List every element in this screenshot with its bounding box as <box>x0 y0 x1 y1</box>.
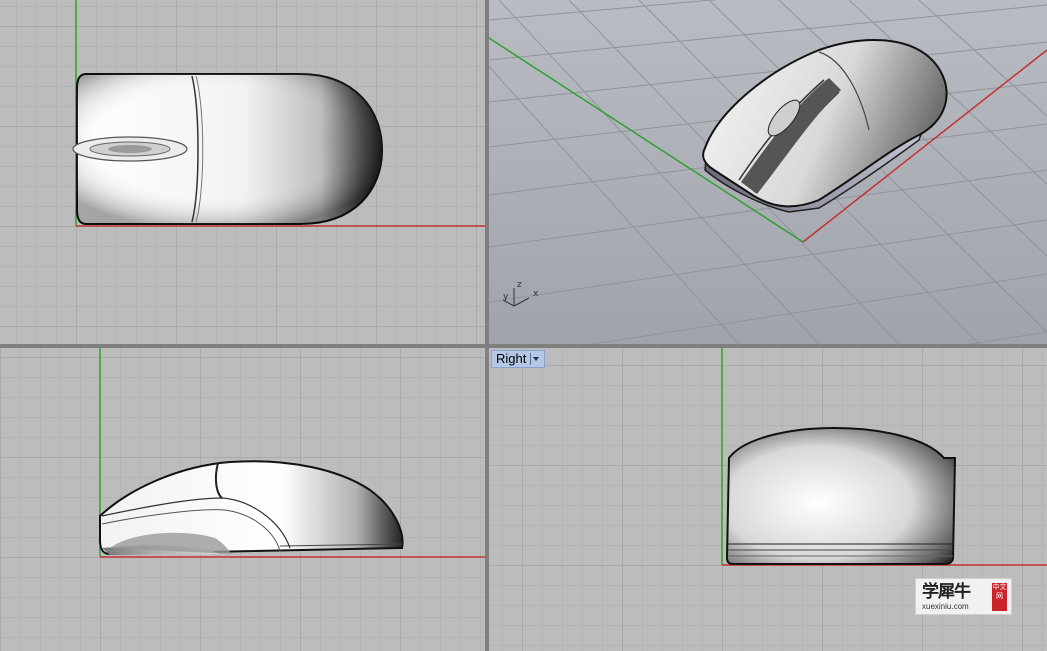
viewport-perspective-canvas: x z y <box>489 0 1047 344</box>
viewport-front-canvas <box>0 348 485 651</box>
viewport-front[interactable] <box>0 348 485 651</box>
viewport-perspective[interactable]: x z y <box>489 0 1047 344</box>
watermark-logo: 学犀牛 xuexiniu.com 中文网 <box>915 578 1012 615</box>
mouse-model-top[interactable] <box>72 73 384 225</box>
viewport-label-right[interactable]: Right <box>491 350 546 368</box>
viewport-splitter-horizontal[interactable] <box>0 344 1047 348</box>
viewport-splitter-vertical[interactable] <box>485 0 489 651</box>
viewport-top[interactable] <box>0 0 485 344</box>
watermark-badge: 中文网 <box>992 583 1007 611</box>
dropdown-arrow-icon[interactable] <box>530 353 540 365</box>
gizmo-y-label: y <box>503 292 509 302</box>
gizmo-x-label: x <box>533 289 539 299</box>
viewport-top-canvas <box>0 0 485 344</box>
watermark-url: xuexiniu.com <box>922 602 969 611</box>
gizmo-z-label: z <box>517 280 522 290</box>
viewport-name-right: Right <box>496 351 527 366</box>
watermark-title: 学犀牛 <box>922 582 971 602</box>
mouse-model-right[interactable] <box>725 427 957 565</box>
